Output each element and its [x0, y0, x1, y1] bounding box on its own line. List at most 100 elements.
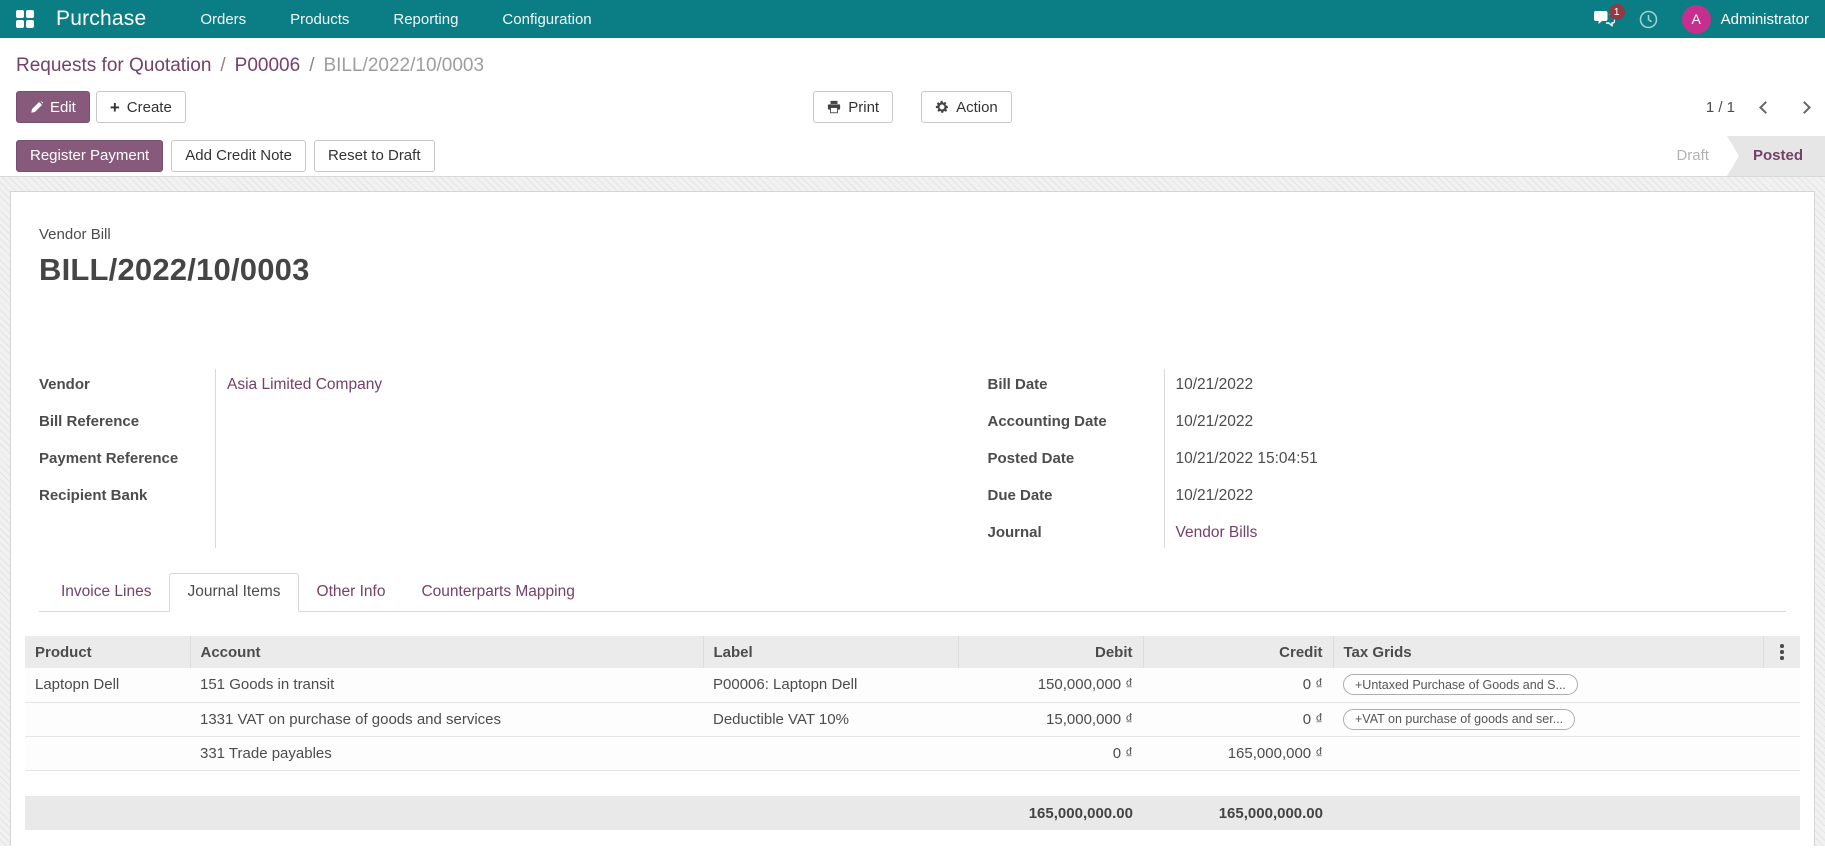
- left-field-group: Vendor Asia Limited Company Bill Referen…: [39, 366, 838, 551]
- pencil-icon: [30, 100, 43, 114]
- status-arrow: [1726, 135, 1739, 176]
- cell-product: Laptopn Dell: [25, 668, 190, 703]
- tab-other-info[interactable]: Other Info: [299, 573, 404, 612]
- column-label[interactable]: Label: [702, 636, 958, 668]
- statusbar: Draft Posted: [1658, 135, 1825, 176]
- cell-tax-grids: +Untaxed Purchase of Goods and S...: [1333, 668, 1763, 703]
- control-panel: Edit + Create Print Action 1 / 1: [0, 83, 1825, 129]
- cell-account: 151 Goods in transit: [190, 668, 703, 703]
- cell-debit: 0 ₫: [958, 736, 1143, 771]
- menu-reporting[interactable]: Reporting: [393, 11, 458, 28]
- action-button[interactable]: Action: [921, 91, 1012, 123]
- column-account[interactable]: Account: [189, 636, 703, 668]
- tax-grid-tag[interactable]: +VAT on purchase of goods and ser...: [1343, 708, 1576, 730]
- apps-grid-icon[interactable]: [16, 10, 34, 28]
- column-product[interactable]: Product: [25, 636, 190, 668]
- total-debit: 165,000,000.00: [958, 796, 1143, 830]
- plus-icon: +: [109, 97, 120, 117]
- cell-label: P00006: Laptopn Dell: [703, 668, 958, 703]
- breadcrumb-row: Requests for Quotation / P00006 / BILL/2…: [0, 38, 1825, 83]
- document-title: BILL/2022/10/0003: [39, 252, 310, 287]
- cell-credit: 0 ₫: [1143, 668, 1333, 703]
- column-credit[interactable]: Credit: [1142, 636, 1333, 668]
- activities-clock-icon[interactable]: [1639, 10, 1658, 29]
- bill-date-label: Bill Date: [987, 376, 1048, 393]
- column-tax-grids[interactable]: Tax Grids: [1332, 636, 1763, 668]
- status-posted: Posted: [1738, 135, 1825, 176]
- table-row[interactable]: Laptopn Dell 151 Goods in transit P00006…: [25, 668, 1800, 703]
- due-date-value: 10/21/2022: [1175, 486, 1254, 504]
- breadcrumb-link-p00006[interactable]: P00006: [235, 55, 301, 77]
- print-button[interactable]: Print: [813, 91, 894, 123]
- journal-items-table: Product Account Label Debit Credit Tax G…: [25, 636, 1800, 830]
- message-count-badge: 1: [1608, 3, 1625, 20]
- table-options-icon[interactable]: [1774, 644, 1791, 660]
- status-draft[interactable]: Draft: [1658, 135, 1727, 176]
- menu-orders[interactable]: Orders: [200, 11, 246, 28]
- user-name: Administrator: [1720, 10, 1809, 28]
- table-header-row: Product Account Label Debit Credit Tax G…: [25, 636, 1800, 668]
- table-row[interactable]: 1331 VAT on purchase of goods and servic…: [25, 702, 1800, 737]
- cell-product: [25, 702, 190, 737]
- breadcrumb-separator: /: [309, 55, 315, 76]
- vendor-label: Vendor: [39, 376, 90, 393]
- pager-next-icon[interactable]: [1798, 100, 1811, 114]
- app-name[interactable]: Purchase: [56, 7, 146, 31]
- column-debit[interactable]: Debit: [957, 636, 1143, 668]
- breadcrumb-separator: /: [220, 55, 226, 76]
- cell-tax-grids: +VAT on purchase of goods and ser...: [1333, 702, 1763, 737]
- bill-date-value: 10/21/2022: [1175, 375, 1254, 393]
- cell-product: [25, 736, 190, 771]
- form-view-background: Vendor Bill BILL/2022/10/0003 Vendor Asi…: [0, 177, 1825, 846]
- document-type-label: Vendor Bill: [39, 226, 111, 243]
- tab-journal-items[interactable]: Journal Items: [169, 573, 299, 612]
- cell-account: 1331 VAT on purchase of goods and servic…: [190, 702, 703, 737]
- create-button[interactable]: + Create: [95, 91, 186, 123]
- table-spacer-row: [25, 770, 1800, 796]
- breadcrumb-link-rfq[interactable]: Requests for Quotation: [16, 55, 211, 77]
- tab-invoice-lines[interactable]: Invoice Lines: [43, 573, 169, 612]
- breadcrumb-current: BILL/2022/10/0003: [323, 55, 485, 76]
- menu-products[interactable]: Products: [290, 11, 349, 28]
- bill-reference-label: Bill Reference: [39, 413, 140, 430]
- menu-configuration[interactable]: Configuration: [502, 11, 591, 28]
- posted-date-value: 10/21/2022 15:04:51: [1175, 449, 1318, 467]
- pager-previous-icon[interactable]: [1759, 100, 1772, 114]
- edit-button[interactable]: Edit: [16, 91, 90, 123]
- table-row[interactable]: 331 Trade payables 0 ₫ 165,000,000 ₫: [25, 736, 1800, 771]
- tax-grid-tag[interactable]: +Untaxed Purchase of Goods and S...: [1343, 674, 1578, 696]
- table-totals-row: 165,000,000.00 165,000,000.00: [25, 796, 1800, 830]
- breadcrumb: Requests for Quotation / P00006 / BILL/2…: [16, 55, 1809, 77]
- printer-icon: [827, 100, 841, 114]
- cell-credit: 165,000,000 ₫: [1143, 736, 1333, 771]
- gear-icon: [935, 100, 949, 114]
- register-payment-button[interactable]: Register Payment: [16, 139, 164, 172]
- cell-debit: 15,000,000 ₫: [958, 702, 1143, 737]
- notebook-tabs: Invoice Lines Journal Items Other Info C…: [39, 573, 1786, 612]
- tab-counterparts-mapping[interactable]: Counterparts Mapping: [403, 573, 592, 612]
- column-options: [1762, 636, 1800, 668]
- due-date-label: Due Date: [987, 487, 1053, 504]
- right-field-group: Bill Date 10/21/2022 Accounting Date 10/…: [988, 366, 1787, 551]
- cell-account: 331 Trade payables: [190, 736, 703, 771]
- accounting-date-label: Accounting Date: [987, 413, 1107, 430]
- cell-debit: 150,000,000 ₫: [958, 668, 1143, 703]
- avatar: A: [1681, 4, 1711, 34]
- posted-date-label: Posted Date: [987, 450, 1075, 467]
- cell-label: Deductible VAT 10%: [703, 702, 958, 737]
- total-credit: 165,000,000.00: [1143, 796, 1333, 830]
- cell-credit: 0 ₫: [1143, 702, 1333, 737]
- add-credit-note-button[interactable]: Add Credit Note: [171, 139, 306, 172]
- main-menu: Orders Products Reporting Configuration: [200, 11, 591, 28]
- document-sheet: Vendor Bill BILL/2022/10/0003 Vendor Asi…: [10, 191, 1815, 846]
- messages-icon[interactable]: 1: [1593, 3, 1625, 28]
- pager-counter: 1 / 1: [1705, 98, 1736, 116]
- user-menu[interactable]: A Administrator: [1681, 4, 1809, 34]
- recipient-bank-label: Recipient Bank: [39, 487, 148, 504]
- cell-tax-grids: [1333, 736, 1763, 771]
- vendor-value-link[interactable]: Asia Limited Company: [227, 376, 382, 393]
- payment-reference-label: Payment Reference: [39, 450, 179, 467]
- reset-to-draft-button[interactable]: Reset to Draft: [313, 139, 435, 172]
- journal-value-link[interactable]: Vendor Bills: [1176, 524, 1258, 541]
- cell-label: [703, 736, 958, 771]
